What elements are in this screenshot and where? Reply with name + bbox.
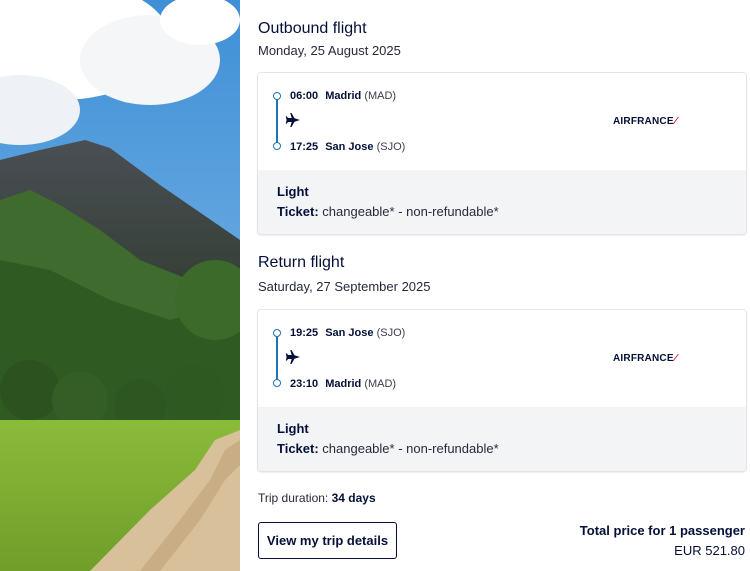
outbound-arrival: 17:25 San Jose (SJO)	[290, 141, 405, 153]
arrival-code: (SJO)	[376, 141, 406, 153]
return-fare: Light Ticket: changeable* - non-refundab…	[258, 407, 746, 471]
ticket-conditions: Ticket: changeable* - non-refundable*	[277, 441, 746, 456]
ticket-value: changeable* - non-refundable*	[322, 441, 499, 456]
arrival-dot-icon	[273, 379, 281, 387]
total-price-label: Total price for 1 passenger	[579, 523, 745, 538]
outbound-title: Outbound flight	[258, 20, 367, 37]
outbound-itinerary: 06:00 Madrid (MAD) 17:25 San Jose (SJO) …	[258, 73, 746, 170]
route-timeline	[273, 329, 283, 387]
ticket-label: Ticket:	[277, 441, 319, 456]
ticket-value: changeable* - non-refundable*	[322, 204, 499, 219]
ticket-label: Ticket:	[277, 204, 319, 219]
return-itinerary: 19:25 San Jose (SJO) 23:10 Madrid (MAD) …	[258, 310, 746, 407]
departure-city: Madrid	[325, 90, 362, 102]
arrival-time: 17:25	[290, 141, 319, 153]
view-trip-details-button[interactable]: View my trip details	[258, 522, 397, 559]
destination-photo	[0, 0, 240, 571]
arrival-city: San Jose	[325, 141, 374, 153]
return-departure: 19:25 San Jose (SJO)	[290, 327, 405, 339]
route-timeline	[273, 92, 283, 150]
return-date: Saturday, 27 September 2025	[258, 279, 431, 294]
fare-name: Light	[277, 421, 309, 436]
departure-city: San Jose	[325, 327, 374, 339]
fare-name: Light	[277, 184, 309, 199]
ticket-conditions: Ticket: changeable* - non-refundable*	[277, 204, 746, 219]
return-flight-card: 19:25 San Jose (SJO) 23:10 Madrid (MAD) …	[258, 310, 746, 471]
trip-duration: Trip duration: 34 days	[258, 491, 376, 505]
volcano-landscape-image	[0, 0, 240, 571]
return-arrival: 23:10 Madrid (MAD)	[290, 378, 396, 390]
departure-code: (SJO)	[376, 327, 406, 339]
departure-time: 06:00	[290, 90, 319, 102]
outbound-fare: Light Ticket: changeable* - non-refundab…	[258, 170, 746, 234]
arrival-dot-icon	[273, 142, 281, 150]
return-title: Return flight	[258, 254, 345, 271]
airplane-icon	[285, 350, 300, 364]
arrival-time: 23:10	[290, 378, 319, 390]
departure-code: (MAD)	[364, 90, 397, 102]
outbound-departure: 06:00 Madrid (MAD)	[290, 90, 396, 102]
airline-logo: AIRFRANCE⁄	[613, 353, 677, 364]
departure-time: 19:25	[290, 327, 319, 339]
airplane-icon	[285, 113, 300, 127]
trip-duration-value: 34 days	[331, 491, 376, 505]
arrival-city: Madrid	[325, 378, 362, 390]
outbound-flight-card: 06:00 Madrid (MAD) 17:25 San Jose (SJO) …	[258, 73, 746, 234]
arrival-code: (MAD)	[364, 378, 397, 390]
outbound-date: Monday, 25 August 2025	[258, 43, 401, 58]
total-price-value: EUR 521.80	[674, 543, 745, 558]
trip-duration-label: Trip duration:	[258, 491, 329, 505]
airline-logo: AIRFRANCE⁄	[613, 116, 677, 127]
